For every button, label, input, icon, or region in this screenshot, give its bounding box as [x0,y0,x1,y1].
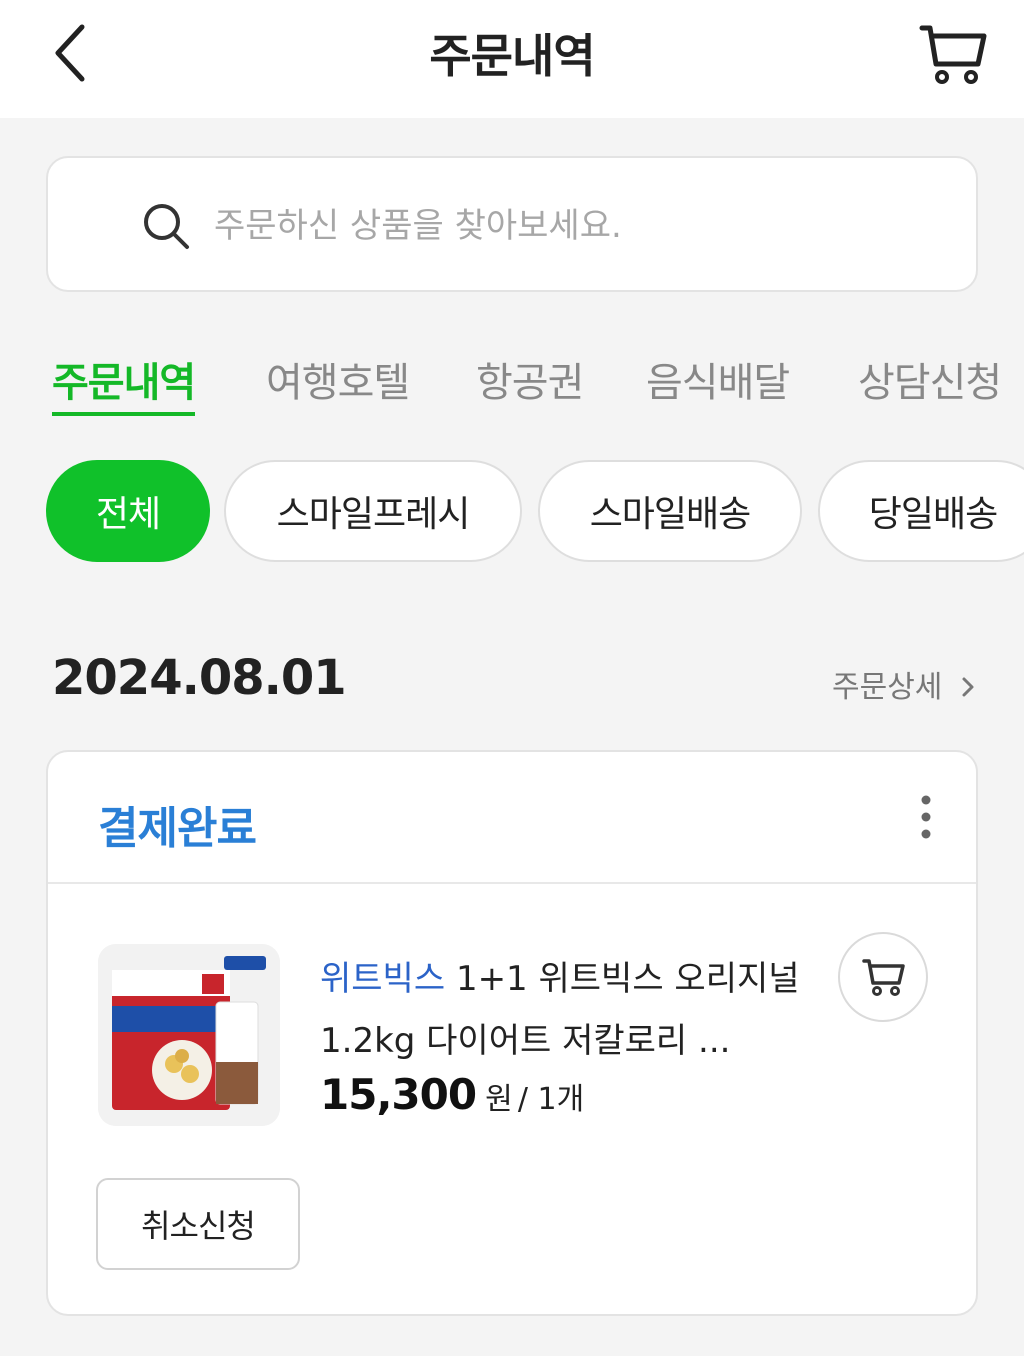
tab-consultation[interactable]: 상담신청 [858,350,1002,416]
chevron-right-icon [962,677,974,697]
product-brand: 위트빅스 [320,959,446,999]
more-options-icon[interactable] [914,792,938,842]
cart-icon [919,25,987,84]
product-thumbnail[interactable] [98,944,280,1126]
divider [48,882,976,884]
filter-chip-smile-delivery[interactable]: 스마일배송 [538,460,802,562]
payment-status: 결제완료 [98,803,257,854]
top-app-bar: 주문내역 [0,0,1024,118]
page-title: 주문내역 [429,29,595,83]
tab-order-history[interactable]: 주문내역 [52,350,196,416]
product-name[interactable]: 위트빅스 1+1 위트빅스 오리지널 1.2kg 다이어트 저칼로리 ... [320,948,820,1072]
cancel-request-button[interactable]: 취소신청 [96,1178,300,1270]
order-card: 결제완료 위트빅스 1+1 위트빅스 오리지널 1.2kg 다이어트 저칼로리 … [46,750,978,1316]
search-input[interactable] [214,198,914,254]
cart-button[interactable] [912,14,992,94]
filter-chip-same-day[interactable]: 당일배송 [818,460,1024,562]
tab-food-delivery[interactable]: 음식배달 [646,350,790,416]
order-date: 2024.08.01 [52,650,347,706]
order-detail-link[interactable]: 주문상세 [832,662,978,706]
order-detail-label: 주문상세 [832,670,943,705]
filter-chip-smile-fresh[interactable]: 스마일프레시 [224,460,522,562]
search-box[interactable] [46,156,978,292]
product-price: 15,300 [320,1070,477,1119]
price-currency: 원 [485,1082,513,1117]
cereal-box-image [98,944,280,1126]
filter-chip-all[interactable]: 전체 [46,460,210,562]
search-icon [144,204,189,249]
price-row: 15,300 원 / 1개 [320,1070,584,1119]
tab-travel-hotel[interactable]: 여행호텔 [266,350,410,416]
add-to-cart-button[interactable] [838,932,928,1022]
tab-flights[interactable]: 항공권 [476,350,584,416]
cart-icon [862,959,905,996]
product-quantity: / 1개 [517,1082,585,1117]
